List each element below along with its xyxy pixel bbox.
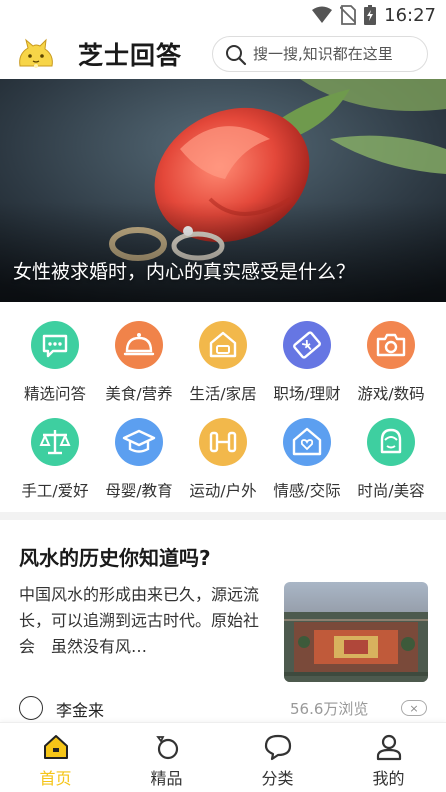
- article-thumbnail[interactable]: [284, 582, 428, 682]
- category-label: 运动/户外: [189, 482, 257, 500]
- face-icon: [367, 418, 415, 466]
- app-title: 芝士回答: [78, 41, 183, 70]
- app-header: 芝士回答: [0, 30, 446, 78]
- dismiss-button[interactable]: ×: [401, 700, 427, 716]
- category-grid: 精选问答 美食/营养 生活/家居 职场/理财 游戏/数码 手工/爱好 母婴/教育…: [0, 318, 446, 508]
- category-label: 精选问答: [23, 385, 86, 403]
- search-box[interactable]: [212, 36, 428, 72]
- scale-icon: [31, 418, 79, 466]
- tab-categories[interactable]: 分类: [222, 723, 333, 792]
- category-label: 生活/家居: [189, 385, 257, 403]
- status-icons: 16:27: [312, 4, 436, 26]
- ticket-yen-icon: [283, 321, 331, 369]
- dumbbell-icon: [199, 418, 247, 466]
- status-time: 16:27: [384, 4, 436, 26]
- home-icon: [44, 735, 68, 759]
- wifi-icon: [312, 6, 333, 23]
- article-thumbnail-image: [284, 582, 428, 682]
- heart-home-icon: [283, 418, 331, 466]
- chat-bubble-icon: [264, 734, 292, 761]
- category-label: 职场/理财: [273, 385, 341, 403]
- status-bar: 16:27: [0, 0, 446, 30]
- search-icon: [226, 45, 247, 66]
- author-name[interactable]: 李金来: [56, 697, 104, 721]
- avatar[interactable]: [19, 696, 43, 720]
- home-sofa-icon: [199, 321, 247, 369]
- search-input[interactable]: [253, 41, 425, 67]
- category-item-emotion[interactable]: 情感/交际: [265, 415, 349, 505]
- tab-home[interactable]: 首页: [0, 723, 111, 792]
- article-title[interactable]: 风水的历史你知道吗?: [19, 542, 211, 571]
- food-cloche-icon: [115, 321, 163, 369]
- tab-featured[interactable]: 精品: [111, 723, 222, 792]
- tab-label: 首页: [39, 769, 72, 788]
- category-item-fashion[interactable]: 时尚/美容: [349, 415, 433, 505]
- category-label: 美食/营养: [105, 385, 173, 403]
- category-item-food[interactable]: 美食/营养: [97, 318, 181, 408]
- category-item-games[interactable]: 游戏/数码: [349, 318, 433, 408]
- banner-carousel[interactable]: 女性被求婚时，内心的真实感受是什么？: [0, 79, 446, 302]
- section-divider: [0, 512, 446, 520]
- user-icon: [376, 734, 402, 761]
- category-item-qa[interactable]: 精选问答: [13, 318, 97, 408]
- graduation-cap-icon: [115, 418, 163, 466]
- article-excerpt[interactable]: 中国风水的形成由来已久，源远流长，可以追溯到远古时代。原始社会 虽然没有风…: [19, 582, 267, 660]
- category-label: 母婴/教育: [105, 482, 173, 500]
- banner-caption: 女性被求婚时，内心的真实感受是什么？: [13, 261, 356, 283]
- no-sim-icon: [340, 5, 357, 25]
- category-item-education[interactable]: 母婴/教育: [97, 415, 181, 505]
- category-item-life[interactable]: 生活/家居: [181, 318, 265, 408]
- close-icon: ×: [409, 701, 419, 715]
- category-label: 时尚/美容: [357, 482, 425, 500]
- camera-icon: [367, 321, 415, 369]
- view-count: 56.6万浏览: [290, 700, 369, 718]
- battery-icon: [364, 5, 377, 25]
- ring-icon: [156, 736, 179, 760]
- tab-label: 我的: [372, 769, 405, 788]
- tab-label: 分类: [261, 769, 294, 788]
- bottom-tab-bar: 首页 精品 分类 我的: [0, 722, 446, 792]
- tab-profile[interactable]: 我的: [333, 723, 444, 792]
- category-label: 游戏/数码: [357, 385, 425, 403]
- category-item-career[interactable]: 职场/理财: [265, 318, 349, 408]
- category-label: 手工/爱好: [21, 482, 89, 500]
- category-item-craft[interactable]: 手工/爱好: [13, 415, 97, 505]
- chat-icon: [31, 321, 79, 369]
- category-item-sports[interactable]: 运动/户外: [181, 415, 265, 505]
- category-label: 情感/交际: [273, 482, 341, 500]
- app-logo-icon: [19, 38, 53, 68]
- tab-label: 精品: [150, 769, 183, 788]
